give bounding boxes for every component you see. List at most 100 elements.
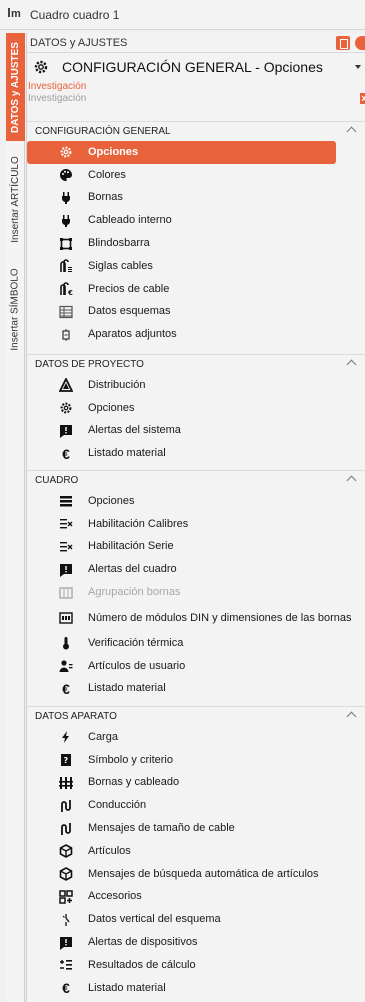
menu-item-label: Opciones	[88, 494, 135, 507]
section-header[interactable]: DATOS APARATO	[27, 706, 365, 726]
cube-icon	[59, 844, 73, 859]
breadcrumb-inactive[interactable]: Investigación x	[27, 93, 365, 105]
busbar-icon	[59, 237, 73, 251]
menu-item-datos-vertical-esquema[interactable]: Datos vertical del esquema	[27, 908, 365, 931]
alert-icon	[59, 424, 73, 438]
menu-item-modulos-din[interactable]: Número de módulos DIN y dimensiones de l…	[27, 604, 365, 632]
section-header[interactable]: CUADRO	[27, 470, 365, 490]
section-title: DATOS DE PROYECTO	[35, 359, 144, 370]
menu-item-blindosbarra[interactable]: Blindosbarra	[27, 232, 365, 255]
menu-item-label: Precios de cable	[88, 282, 170, 295]
tab-datos-ajustes[interactable]: DATOS y AJUSTES	[6, 33, 25, 141]
menu-item-cableado-interno[interactable]: Cableado interno	[27, 209, 365, 232]
cable-price-icon: €	[59, 282, 73, 296]
tab-insertar-simbolo[interactable]: Insertar SÍMBOLO	[6, 257, 25, 361]
euro-icon: €	[62, 445, 70, 462]
gear-icon	[59, 145, 73, 159]
menu-item-colores[interactable]: Colores	[27, 164, 365, 187]
menu-item-label: Listado material	[88, 981, 166, 994]
chevron-up-icon[interactable]	[346, 359, 357, 370]
section-header[interactable]: DATOS DE PROYECTO	[27, 354, 365, 374]
menu-item-label: Bornas y cableado	[88, 776, 180, 789]
window-title: Cuadro cuadro 1	[30, 7, 120, 22]
menu-item-verificacion-termica[interactable]: Verificación térmica	[27, 632, 365, 655]
warning-icon	[59, 378, 73, 393]
menu-item-label: Habilitación Serie	[88, 540, 174, 553]
section-datos-aparato: DATOS APARATO Carga ? Símbolo y criterio…	[27, 706, 365, 1000]
menu-item-label: Accesorios	[88, 890, 142, 903]
section-datos-proyecto: DATOS DE PROYECTO Distribución Opciones …	[27, 354, 365, 465]
menu-item-opciones[interactable]: Opciones	[27, 141, 336, 164]
palette-icon	[59, 168, 73, 182]
gear-icon	[34, 60, 48, 74]
section-header[interactable]: CONFIGURACIÓN GENERAL	[27, 121, 365, 141]
alert-icon	[59, 936, 73, 950]
menu-item-agrupacion-bornas[interactable]: Agrupación bornas	[27, 581, 365, 604]
menu-item-precios-cable[interactable]: € Precios de cable	[27, 278, 365, 301]
table-icon	[59, 305, 73, 319]
menu-item-mensajes-tamano-cable[interactable]: Mensajes de tamaño de cable	[27, 817, 365, 840]
menu-item-label: Mensajes de búsqueda automática de artíc…	[88, 867, 319, 880]
menu-item-accesorios[interactable]: Accesorios	[27, 886, 365, 909]
menu-item-articulos[interactable]: Artículos	[27, 840, 365, 863]
menu-item-resultados-calculo[interactable]: Resultados de cálculo	[27, 954, 365, 977]
section-title: CUADRO	[35, 475, 79, 486]
breadcrumb-active[interactable]: Investigación	[27, 81, 365, 93]
scheme-vertical-icon	[59, 913, 73, 927]
svg-text:?: ?	[64, 756, 69, 765]
menu-item-label: Alertas del cuadro	[88, 563, 177, 576]
menu-item-label: Alertas del sistema	[88, 424, 181, 437]
menu-item-alertas-sistema[interactable]: Alertas del sistema	[27, 420, 365, 443]
tab-label: Insertar SÍMBOLO	[10, 267, 21, 351]
tab-label: Insertar ARTÍCULO	[10, 155, 22, 243]
user-items-icon	[59, 659, 73, 673]
chevron-down-icon[interactable]	[355, 65, 361, 69]
menu-item-siglas-cables[interactable]: Siglas cables	[27, 255, 365, 278]
settings-panel: DATOS y AJUSTES CONFIGURACIÓN GENERAL - …	[26, 33, 365, 1002]
menu-item-label: Número de módulos DIN y dimensiones de l…	[88, 611, 352, 624]
menu-item-alertas-dispositivos[interactable]: Alertas de dispositivos	[27, 931, 365, 954]
menu-item-alertas-cuadro[interactable]: Alertas del cuadro	[27, 558, 365, 581]
menu-item-mensajes-busqueda-articulos[interactable]: Mensajes de búsqueda automática de artíc…	[27, 863, 365, 886]
menu-item-opciones-proyecto[interactable]: Opciones	[27, 397, 365, 420]
chevron-up-icon[interactable]	[346, 475, 357, 486]
menu-item-label: Habilitación Calibres	[88, 517, 189, 530]
menu-item-conduccion[interactable]: Conducción	[27, 794, 365, 817]
menu-item-simbolo-criterio[interactable]: ? Símbolo y criterio	[27, 749, 365, 772]
menu-item-habilitacion-calibres[interactable]: Habilitación Calibres	[27, 513, 365, 536]
menu-item-datos-esquemas[interactable]: Datos esquemas	[27, 301, 365, 324]
tab-insertar-articulo[interactable]: Insertar ARTÍCULO	[6, 147, 25, 251]
attached-device-icon	[59, 328, 73, 342]
close-icon[interactable]: x	[360, 93, 365, 104]
menu-item-listado-material-aparato[interactable]: € Listado material	[27, 977, 365, 1000]
menu-item-label: Carga	[88, 730, 118, 743]
menu-item-label: Cableado interno	[88, 214, 172, 227]
menu-item-aparatos-adjuntos[interactable]: Aparatos adjuntos	[27, 323, 365, 346]
menu-item-label: Resultados de cálculo	[88, 958, 196, 971]
menu-item-bornas[interactable]: Bornas	[27, 187, 365, 210]
menu-item-label: Bornas	[88, 191, 123, 204]
section-dropdown[interactable]: CONFIGURACIÓN GENERAL - Opciones	[27, 53, 365, 81]
menu-item-habilitacion-serie[interactable]: Habilitación Serie	[27, 536, 365, 559]
menu-item-distribucion[interactable]: Distribución	[27, 374, 365, 397]
menu-item-opciones-cuadro[interactable]: Opciones	[27, 490, 365, 513]
menu-item-label: Artículos	[88, 844, 131, 857]
panel-pin-button[interactable]	[355, 36, 365, 50]
euro-icon: €	[62, 680, 70, 697]
panel-toggle-button[interactable]	[336, 36, 350, 50]
terminals-icon	[59, 776, 73, 790]
menu-item-listado-material-proyecto[interactable]: € Listado material	[27, 442, 365, 465]
chevron-up-icon[interactable]	[346, 126, 357, 137]
chevron-up-icon[interactable]	[346, 711, 357, 722]
app-logo-icon	[8, 7, 22, 22]
conduction-icon	[59, 799, 73, 813]
alert-icon	[59, 563, 73, 577]
menu-item-carga[interactable]: Carga	[27, 726, 365, 749]
menu-item-label: Distribución	[88, 378, 146, 391]
panel-header: DATOS y AJUSTES	[27, 33, 365, 53]
cable-labels-icon	[59, 259, 73, 273]
menu-item-bornas-cableado[interactable]: Bornas y cableado	[27, 772, 365, 795]
symbol-icon: ?	[59, 753, 73, 767]
menu-item-articulos-usuario[interactable]: Artículos de usuario	[27, 655, 365, 678]
menu-item-listado-material-cuadro[interactable]: € Listado material	[27, 678, 365, 701]
